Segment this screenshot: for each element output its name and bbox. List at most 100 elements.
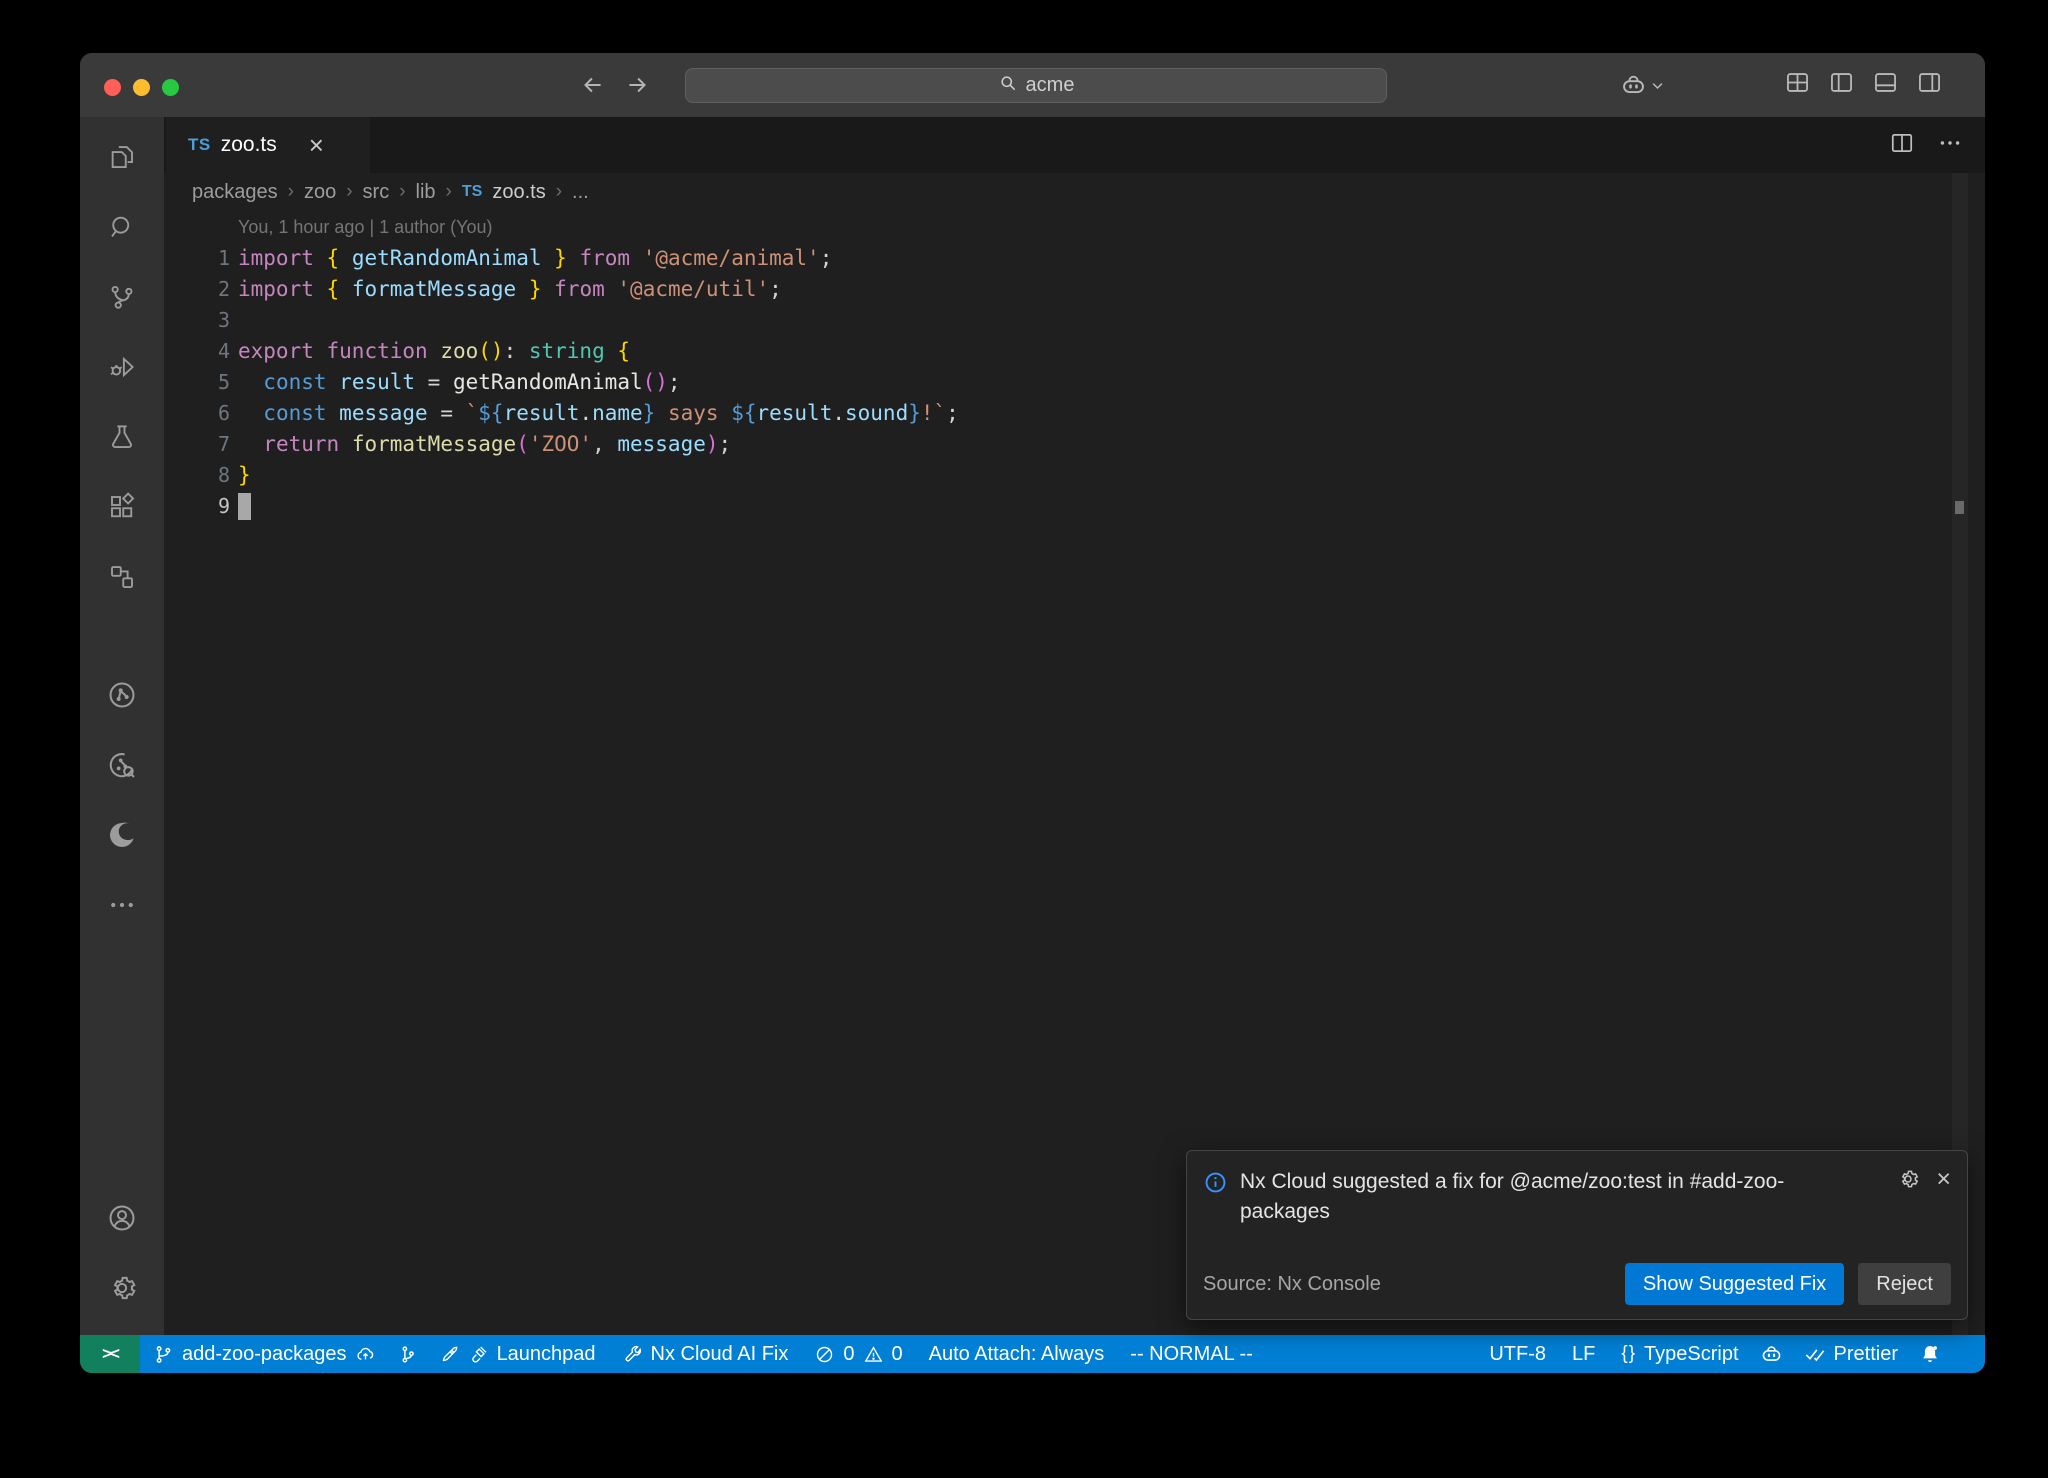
files-icon [107, 142, 137, 172]
split-editor-icon[interactable] [1889, 130, 1915, 161]
code-token: { [327, 246, 340, 270]
notifications-bell-button[interactable] [1911, 1335, 1949, 1373]
copilot-menu-button[interactable] [1620, 72, 1665, 99]
copilot-status-button[interactable] [1752, 1335, 1791, 1373]
copilot-icon [1620, 72, 1647, 99]
line-number: 5 [164, 367, 230, 398]
accounts-button[interactable] [80, 1183, 164, 1253]
toggle-primary-sidebar-icon[interactable] [1828, 69, 1855, 101]
vim-mode-indicator[interactable]: -- NORMAL -- [1117, 1335, 1266, 1373]
remote-icon: >< [102, 1344, 118, 1364]
tab-close-icon[interactable]: × [309, 132, 324, 158]
code-line-6[interactable]: const message = `${result.name} says ${r… [238, 398, 1945, 429]
branch-name: add-zoo-packages [182, 1343, 347, 1366]
command-center-search[interactable]: acme [685, 68, 1387, 103]
sidebar-item-testing[interactable] [80, 402, 164, 472]
eol-button[interactable]: LF [1559, 1335, 1608, 1373]
encoding-button[interactable]: UTF-8 [1476, 1335, 1559, 1373]
sidebar-item-nx-cloud[interactable] [80, 730, 164, 800]
typescript-file-icon[interactable]: TS [462, 183, 482, 201]
code-area[interactable]: import { getRandomAnimal } from '@acme/a… [238, 243, 1945, 522]
breadcrumb-file[interactable]: zoo.ts [492, 181, 545, 204]
breadcrumb-item[interactable]: lib [416, 181, 436, 204]
sidebar-item-source-control[interactable] [80, 262, 164, 332]
info-icon [1203, 1170, 1228, 1227]
code-token: ) [706, 432, 719, 456]
toggle-panel-icon[interactable] [1872, 69, 1899, 101]
chevron-down-icon [1650, 78, 1665, 93]
code-line-2[interactable]: import { formatMessage } from '@acme/uti… [238, 274, 1945, 305]
breadcrumb-more[interactable]: ... [572, 181, 589, 204]
code-line-3[interactable] [238, 305, 1945, 336]
breadcrumb-item[interactable]: zoo [304, 181, 336, 204]
search-value: acme [1026, 74, 1075, 97]
settings-button[interactable] [80, 1253, 164, 1323]
code-line-7[interactable]: return formatMessage('ZOO', message); [238, 429, 1945, 460]
code-token: 'ZOO' [529, 432, 592, 456]
sidebar-more-views-button[interactable] [80, 870, 164, 940]
show-suggested-fix-button[interactable]: Show Suggested Fix [1625, 1263, 1844, 1305]
code-token: } [908, 401, 921, 425]
editor-more-actions-icon[interactable] [1937, 130, 1963, 161]
problems-button[interactable]: 0 0 [801, 1335, 915, 1373]
notification-settings-gear-icon[interactable] [1896, 1167, 1920, 1196]
code-line-9[interactable] [238, 491, 1945, 522]
history-back-icon[interactable] [580, 72, 606, 98]
customize-layout-icon[interactable] [1784, 69, 1811, 101]
zoom-window-button[interactable] [162, 79, 179, 96]
git-branch-button[interactable]: add-zoo-packages [140, 1335, 389, 1373]
line-number: 1 [164, 243, 230, 274]
code-token: ; [719, 432, 732, 456]
rocket-icon [439, 1344, 460, 1365]
launchpad-button[interactable]: Launchpad [426, 1335, 609, 1373]
breadcrumb[interactable]: packages›zoo›src›lib›TSzoo.ts›... [164, 173, 1985, 211]
bell-icon [1919, 1343, 1941, 1365]
cloud-upload-icon [355, 1344, 376, 1365]
code-token: () [643, 370, 668, 394]
sidebar-item-search[interactable] [80, 192, 164, 262]
sidebar-item-nx-project-graph[interactable] [80, 542, 164, 612]
sidebar-item-extensions[interactable] [80, 472, 164, 542]
notification-close-icon[interactable]: × [1936, 1167, 1951, 1191]
sidebar-item-explorer[interactable] [80, 122, 164, 192]
close-window-button[interactable] [104, 79, 121, 96]
code-line-5[interactable]: const result = getRandomAnimal(); [238, 367, 1945, 398]
sidebar-item-run-debug[interactable] [80, 332, 164, 402]
code-line-1[interactable]: import { getRandomAnimal } from '@acme/a… [238, 243, 1945, 274]
nx-cloud-ai-fix-button[interactable]: Nx Cloud AI Fix [609, 1335, 802, 1373]
breadcrumb-item[interactable]: src [363, 181, 390, 204]
auto-attach-button[interactable]: Auto Attach: Always [916, 1335, 1118, 1373]
error-count: 0 [843, 1343, 854, 1366]
code-token: ; [668, 370, 681, 394]
code-token: getRandomAnimal [453, 370, 643, 394]
code-line-8[interactable]: } [238, 460, 1945, 491]
code-token: : [504, 339, 529, 363]
source-control-graph-button[interactable] [389, 1335, 426, 1373]
breadcrumb-item[interactable]: packages [192, 181, 278, 204]
code-line-4[interactable]: export function zoo(): string { [238, 336, 1945, 367]
code-token: } [643, 401, 656, 425]
code-token: . [579, 401, 592, 425]
language-mode-button[interactable]: {} TypeScript [1608, 1335, 1751, 1373]
code-token [314, 246, 327, 270]
code-token [428, 339, 441, 363]
history-forward-icon[interactable] [624, 72, 650, 98]
minimize-window-button[interactable] [133, 79, 150, 96]
code-token: !` [921, 401, 946, 425]
toggle-secondary-sidebar-icon[interactable] [1916, 69, 1943, 101]
code-token: } [238, 463, 251, 487]
notification-toast: Nx Cloud suggested a fix for @acme/zoo:t… [1186, 1150, 1968, 1320]
sidebar-item-nx-console[interactable] [80, 660, 164, 730]
reject-button[interactable]: Reject [1858, 1263, 1951, 1305]
language-label: TypeScript [1644, 1343, 1738, 1366]
breadcrumb-separator-icon: › [556, 181, 562, 203]
code-token: from [554, 277, 605, 301]
tab-zoo-ts[interactable]: TS zoo.ts × [166, 117, 370, 173]
project-graph-icon [107, 562, 137, 592]
code-token [630, 246, 643, 270]
code-token [542, 277, 555, 301]
remote-indicator-button[interactable]: >< [80, 1335, 140, 1373]
sidebar-item-edge-tools[interactable] [80, 800, 164, 870]
formatter-button[interactable]: Prettier [1791, 1335, 1911, 1373]
line-number: 7 [164, 429, 230, 460]
